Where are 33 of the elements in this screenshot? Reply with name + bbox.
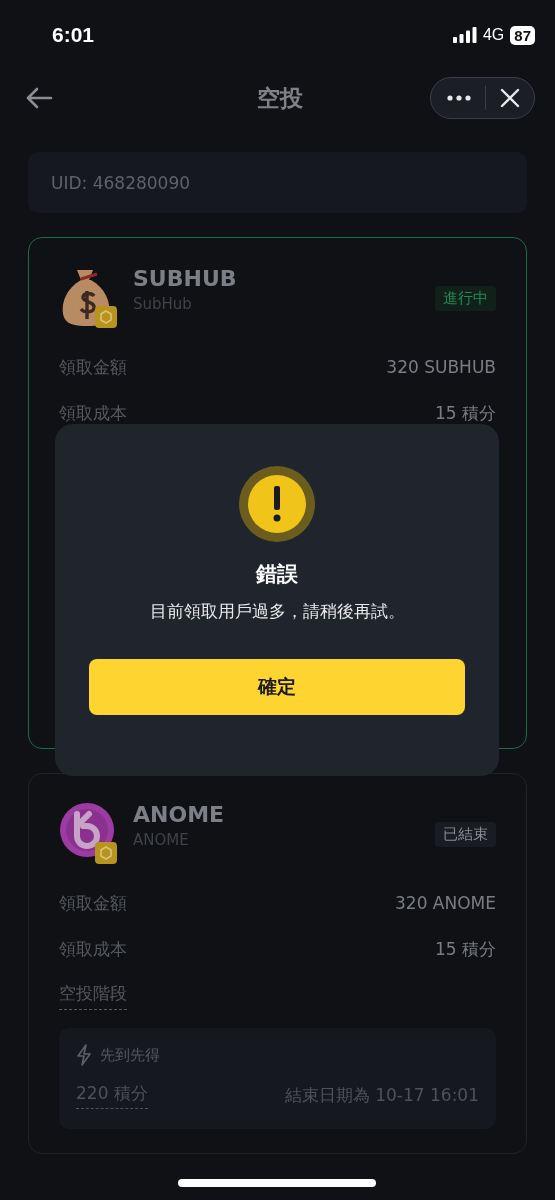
coin-logo-icon [59, 802, 117, 860]
page-title: 空投 [257, 83, 303, 113]
row-label: 領取金額 [59, 891, 127, 915]
chain-badge-icon [95, 842, 117, 864]
status-badge: 進行中 [435, 286, 496, 311]
row-value: 15 積分 [434, 937, 496, 961]
tier-title: 先到先得 [100, 1045, 160, 1065]
row-value: 320 SUBHUB [386, 357, 496, 377]
dialog-message: 目前領取用戶過多，請稍後再試。 [149, 600, 405, 623]
back-arrow-icon[interactable] [25, 87, 53, 109]
row-value: 320 ANOME [395, 893, 496, 913]
status-badge: 已結束 [435, 822, 496, 847]
row-value: 15 積分 [434, 401, 496, 425]
signal-icon [452, 27, 477, 43]
more-icon[interactable] [447, 95, 471, 101]
row-label: 領取成本 [59, 401, 127, 425]
dialog-title: 錯誤 [256, 561, 298, 588]
chain-badge-icon [95, 306, 117, 328]
network-label: 4G [482, 26, 505, 44]
close-icon[interactable] [500, 88, 520, 108]
end-date: 結束日期為 10-17 16:01 [284, 1084, 479, 1107]
uid-field: UID: 468280090 [28, 152, 527, 213]
token-symbol: SUBHUB [133, 266, 238, 291]
lightning-icon [76, 1044, 92, 1066]
warning-icon [239, 466, 315, 542]
tier-points: 220 積分 [76, 1082, 148, 1109]
row-label: 領取成本 [59, 937, 127, 961]
token-symbol: ANOME [133, 802, 226, 827]
stage-label: 空投階段 [59, 982, 127, 1010]
row-label: 領取金額 [59, 355, 127, 379]
clock-time: 6:01 [52, 23, 95, 47]
battery-level: 87 [510, 25, 535, 45]
confirm-button[interactable]: 確定 [89, 659, 465, 715]
